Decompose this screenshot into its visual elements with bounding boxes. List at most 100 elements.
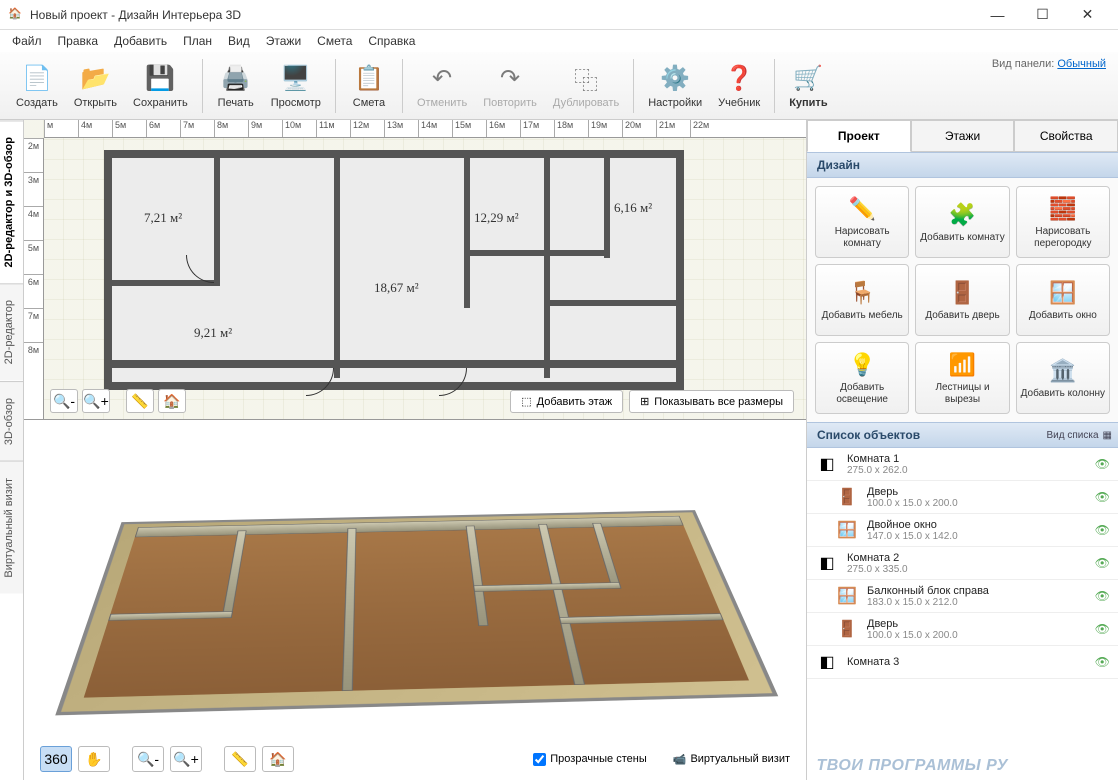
panel-mode: Вид панели: Обычный bbox=[992, 58, 1106, 70]
design-button[interactable]: 🪟Добавить окно bbox=[1016, 264, 1110, 336]
visibility-icon[interactable]: 👁 bbox=[1095, 490, 1110, 504]
floorplan[interactable]: 7,21 м² 18,67 м² 12,29 м² 6,16 м² 9,21 м… bbox=[104, 150, 684, 390]
pan-button[interactable]: ✋ bbox=[78, 746, 110, 772]
menu-floors[interactable]: Этажи bbox=[258, 31, 309, 51]
menu-edit[interactable]: Правка bbox=[50, 31, 107, 51]
menu-view[interactable]: Вид bbox=[220, 31, 258, 51]
maximize-button[interactable]: ☐ bbox=[1020, 1, 1065, 29]
object-icon: ◧ bbox=[815, 650, 839, 674]
design-icon: 🧩 bbox=[948, 201, 976, 229]
monitor-icon: 🖥️ bbox=[280, 63, 312, 95]
measure-button[interactable]: 📏 bbox=[126, 389, 154, 413]
design-button[interactable]: 📶Лестницы и вырезы bbox=[915, 342, 1009, 414]
visibility-icon[interactable]: 👁 bbox=[1095, 622, 1110, 636]
home-button[interactable]: 🏠 bbox=[158, 389, 186, 413]
preview-button[interactable]: 🖥️Просмотр bbox=[263, 59, 329, 113]
add-floor-button[interactable]: ⬚Добавить этаж bbox=[510, 390, 623, 413]
menu-estimate[interactable]: Смета bbox=[309, 31, 360, 51]
zoom-in-3d-button[interactable]: 🔍+ bbox=[170, 746, 202, 772]
print-button[interactable]: 🖨️Печать bbox=[209, 59, 263, 113]
save-icon: 💾 bbox=[144, 63, 176, 95]
panel-mode-link[interactable]: Обычный bbox=[1057, 58, 1106, 70]
design-button[interactable]: 🧱Нарисовать перегородку bbox=[1016, 186, 1110, 258]
visibility-icon[interactable]: 👁 bbox=[1095, 556, 1110, 570]
duplicate-button[interactable]: ⿻Дублировать bbox=[545, 59, 627, 113]
room-area-5: 9,21 м² bbox=[194, 325, 232, 341]
tab-properties[interactable]: Свойства bbox=[1014, 120, 1118, 152]
room-area-4: 6,16 м² bbox=[614, 200, 652, 216]
tab-project[interactable]: Проект bbox=[807, 120, 911, 152]
tab-2d[interactable]: 2D-редактор bbox=[0, 283, 23, 380]
notepad-icon: 📋 bbox=[353, 63, 385, 95]
zoom-in-button[interactable]: 🔍+ bbox=[82, 389, 110, 413]
list-view-mode[interactable]: Вид списка▦ bbox=[1047, 430, 1112, 441]
minimize-button[interactable]: — bbox=[975, 1, 1020, 29]
visibility-icon[interactable]: 👁 bbox=[1095, 655, 1110, 669]
visibility-icon[interactable]: 👁 bbox=[1095, 457, 1110, 471]
redo-button[interactable]: ↷Повторить bbox=[475, 59, 545, 113]
orbit-button[interactable]: 360 bbox=[40, 746, 72, 772]
object-icon: 🪟 bbox=[835, 584, 859, 608]
tab-virtual[interactable]: Виртуальный визит bbox=[0, 461, 23, 594]
tutorial-button[interactable]: ❓Учебник bbox=[710, 59, 768, 113]
design-button[interactable]: 🏛️Добавить колонну bbox=[1016, 342, 1110, 414]
create-button[interactable]: 📄Создать bbox=[8, 59, 66, 113]
object-item[interactable]: 🚪Дверь100.0 x 15.0 x 200.0👁 bbox=[807, 481, 1118, 514]
zoom-out-3d-button[interactable]: 🔍- bbox=[132, 746, 164, 772]
object-icon: 🪟 bbox=[835, 518, 859, 542]
plan-2d-canvas[interactable]: м4м5м6м7м8м9м10м11м12м13м14м15м16м17м18м… bbox=[24, 120, 806, 420]
menu-plan[interactable]: План bbox=[175, 31, 220, 51]
object-item[interactable]: ◧Комната 3👁 bbox=[807, 646, 1118, 679]
ruler-3d-button[interactable]: 📏 bbox=[224, 746, 256, 772]
view3d-toolbar: 360 ✋ 🔍- 🔍+ 📏 🏠 Прозрачные стены 📹Виртуа… bbox=[24, 746, 806, 772]
settings-button[interactable]: ⚙️Настройки bbox=[640, 59, 710, 113]
object-item[interactable]: 🪟Двойное окно147.0 x 15.0 x 142.0👁 bbox=[807, 514, 1118, 547]
ruler-vertical: 2м3м4м5м6м7м8м bbox=[24, 138, 44, 419]
ruler-horizontal: м4м5м6м7м8м9м10м11м12м13м14м15м16м17м18м… bbox=[44, 120, 806, 138]
menubar: Файл Правка Добавить План Вид Этажи Смет… bbox=[0, 30, 1118, 52]
home-3d-button[interactable]: 🏠 bbox=[262, 746, 294, 772]
object-item[interactable]: 🪟Балконный блок справа183.0 x 15.0 x 212… bbox=[807, 580, 1118, 613]
tab-3d[interactable]: 3D-обзор bbox=[0, 381, 23, 461]
room-area-1: 7,21 м² bbox=[144, 210, 182, 226]
estimate-button[interactable]: 📋Смета bbox=[342, 59, 396, 113]
buy-button[interactable]: 🛒Купить bbox=[781, 59, 835, 113]
zoom-out-button[interactable]: 🔍- bbox=[50, 389, 78, 413]
help-icon: ❓ bbox=[723, 63, 755, 95]
tab-floors[interactable]: Этажи bbox=[911, 120, 1015, 152]
design-button[interactable]: 🪑Добавить мебель bbox=[815, 264, 909, 336]
object-icon: ◧ bbox=[815, 452, 839, 476]
undo-button[interactable]: ↶Отменить bbox=[409, 59, 475, 113]
toolbar: 📄Создать 📂Открыть 💾Сохранить 🖨️Печать 🖥️… bbox=[0, 52, 1118, 120]
design-icon: 🪑 bbox=[848, 279, 876, 307]
view-3d-canvas[interactable]: 360 ✋ 🔍- 🔍+ 📏 🏠 Прозрачные стены 📹Виртуа… bbox=[24, 420, 806, 780]
close-button[interactable]: ✕ bbox=[1065, 1, 1110, 29]
layers-icon: ⬚ bbox=[521, 395, 531, 408]
design-icon: 🧱 bbox=[1049, 195, 1077, 223]
object-item[interactable]: 🚪Дверь100.0 x 15.0 x 200.0👁 bbox=[807, 613, 1118, 646]
printer-icon: 🖨️ bbox=[220, 63, 252, 95]
design-icon: 🪟 bbox=[1049, 279, 1077, 307]
menu-file[interactable]: Файл bbox=[4, 31, 50, 51]
transparent-walls-checkbox[interactable]: Прозрачные стены bbox=[533, 753, 646, 766]
object-list: ◧Комната 1275.0 x 262.0👁🚪Дверь100.0 x 15… bbox=[807, 448, 1118, 780]
visibility-icon[interactable]: 👁 bbox=[1095, 589, 1110, 603]
save-button[interactable]: 💾Сохранить bbox=[125, 59, 196, 113]
design-button[interactable]: ✏️Нарисовать комнату bbox=[815, 186, 909, 258]
object-item[interactable]: ◧Комната 2275.0 x 335.0👁 bbox=[807, 547, 1118, 580]
new-file-icon: 📄 bbox=[21, 63, 53, 95]
design-icon: ✏️ bbox=[848, 195, 876, 223]
show-sizes-button[interactable]: ⊞Показывать все размеры bbox=[629, 390, 794, 413]
design-button[interactable]: 💡Добавить освещение bbox=[815, 342, 909, 414]
menu-help[interactable]: Справка bbox=[360, 31, 423, 51]
design-button[interactable]: 🧩Добавить комнату bbox=[915, 186, 1009, 258]
design-button[interactable]: 🚪Добавить дверь bbox=[915, 264, 1009, 336]
open-button[interactable]: 📂Открыть bbox=[66, 59, 125, 113]
folder-open-icon: 📂 bbox=[79, 63, 111, 95]
object-item[interactable]: ◧Комната 1275.0 x 262.0👁 bbox=[807, 448, 1118, 481]
virtual-visit-button[interactable]: 📹Виртуальный визит bbox=[673, 753, 790, 766]
visibility-icon[interactable]: 👁 bbox=[1095, 523, 1110, 537]
tab-2d-3d[interactable]: 2D-редактор и 3D-обзор bbox=[0, 120, 23, 283]
undo-icon: ↶ bbox=[426, 63, 458, 95]
menu-add[interactable]: Добавить bbox=[106, 31, 175, 51]
